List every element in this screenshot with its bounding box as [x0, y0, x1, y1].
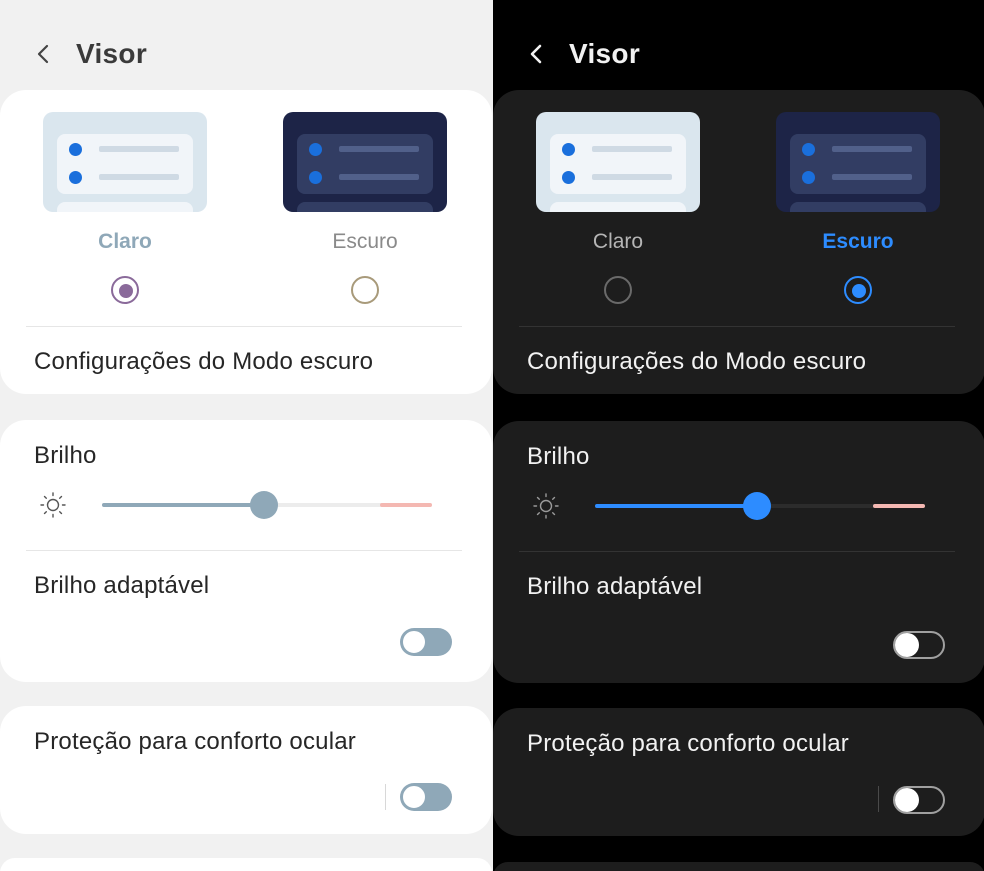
mode-option-dark[interactable]: Escuro — [776, 112, 940, 304]
page-title: Visor — [569, 38, 641, 69]
slider-track[interactable] — [102, 491, 432, 519]
next-card — [493, 862, 984, 871]
slider-high-segment — [380, 503, 432, 507]
radio-unselected[interactable] — [351, 276, 379, 304]
brightness-label: Brilho — [527, 443, 590, 470]
light-mode-preview — [536, 112, 700, 212]
divider — [26, 326, 462, 327]
eye-comfort-label: Proteção para conforto ocular — [34, 728, 356, 755]
toggle-knob — [895, 788, 919, 812]
dark-mode-panel: Visor Claro Escuro Configurações do Modo… — [493, 0, 984, 871]
sun-icon — [40, 492, 66, 518]
next-card — [0, 858, 492, 871]
eye-comfort-label: Proteção para conforto ocular — [527, 730, 849, 757]
app-bar: Visor — [525, 32, 640, 76]
dark-mode-preview — [776, 112, 940, 212]
sun-icon — [533, 493, 559, 519]
radio-unselected[interactable] — [604, 276, 632, 304]
mode-option-label: Escuro — [822, 230, 894, 253]
back-button[interactable] — [32, 43, 54, 65]
slider-fill — [595, 504, 757, 508]
app-bar: Visor — [32, 32, 147, 76]
dark-mode-settings-link[interactable]: Configurações do Modo escuro — [527, 348, 866, 376]
adaptive-brightness-toggle[interactable] — [893, 631, 945, 659]
eye-comfort-toggle[interactable] — [400, 783, 452, 811]
brightness-slider[interactable] — [34, 490, 454, 520]
mode-option-label: Claro — [592, 230, 644, 253]
slider-thumb[interactable] — [249, 491, 278, 519]
eye-comfort-toggle[interactable] — [893, 786, 945, 814]
mode-option-label: Escuro — [332, 230, 398, 253]
back-button[interactable] — [525, 43, 547, 65]
vertical-divider — [878, 786, 879, 812]
divider — [519, 326, 955, 327]
slider-high-segment — [873, 504, 925, 508]
toggle-knob — [401, 784, 427, 810]
radio-selected[interactable] — [844, 276, 872, 304]
slider-thumb[interactable] — [742, 492, 771, 520]
dark-mode-settings-link[interactable]: Configurações do Modo escuro — [34, 348, 373, 376]
adaptive-brightness-label: Brilho adaptável — [527, 573, 703, 600]
light-mode-preview — [43, 112, 207, 212]
toggle-knob — [401, 629, 427, 655]
divider — [26, 550, 462, 551]
slider-fill — [102, 503, 264, 507]
chevron-left-icon — [530, 44, 542, 64]
toggle-knob — [895, 633, 919, 657]
eye-comfort-card: Proteção para conforto ocular — [493, 708, 984, 836]
divider — [519, 551, 955, 552]
mode-option-light[interactable]: Claro — [43, 112, 207, 304]
chevron-left-icon — [37, 44, 49, 64]
adaptive-brightness-toggle[interactable] — [400, 628, 452, 656]
light-mode-panel: Visor Claro Escuro Configurações do Modo… — [0, 0, 493, 871]
dark-mode-preview — [283, 112, 447, 212]
slider-track[interactable] — [595, 492, 925, 520]
mode-option-label: Claro — [98, 230, 152, 253]
mode-option-light[interactable]: Claro — [536, 112, 700, 304]
vertical-divider — [385, 784, 386, 810]
page-title: Visor — [76, 38, 148, 69]
brightness-label: Brilho — [34, 442, 97, 469]
brightness-card: Brilho Brilho adaptável — [0, 420, 492, 682]
adaptive-brightness-label: Brilho adaptável — [34, 572, 210, 599]
radio-selected[interactable] — [111, 276, 139, 304]
brightness-card: Brilho Brilho adaptável — [493, 421, 984, 683]
display-mode-card: Claro Escuro Configurações do Modo escur… — [0, 90, 492, 394]
display-mode-card: Claro Escuro Configurações do Modo escur… — [493, 90, 984, 394]
eye-comfort-card: Proteção para conforto ocular — [0, 706, 492, 834]
brightness-slider[interactable] — [527, 491, 947, 521]
mode-option-dark[interactable]: Escuro — [283, 112, 447, 304]
